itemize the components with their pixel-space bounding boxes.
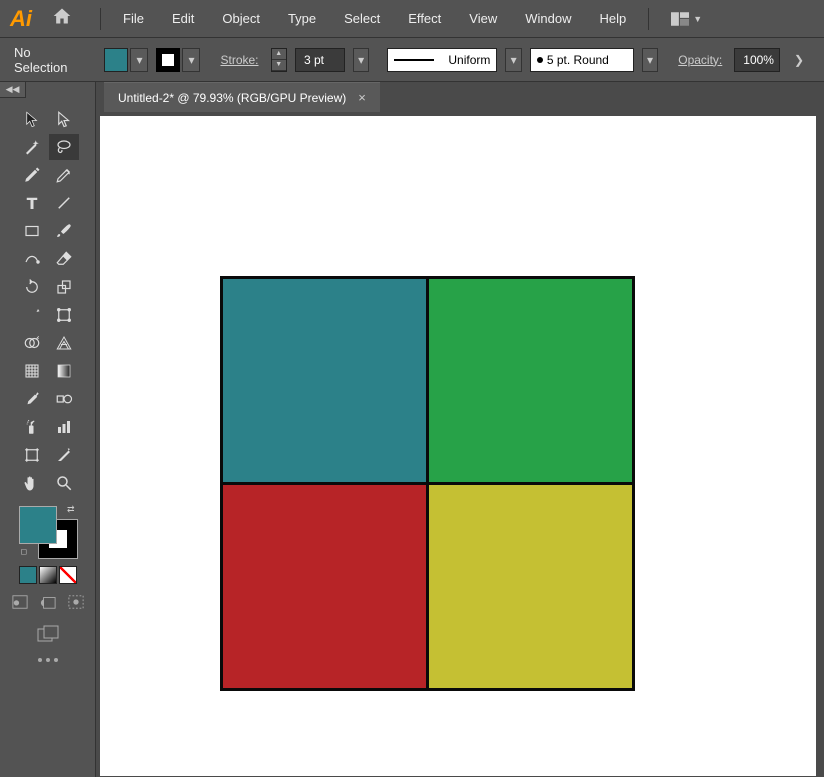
rotate-tool[interactable]: [17, 274, 47, 300]
fill-color-swatch[interactable]: [104, 48, 128, 72]
canvas-area[interactable]: [96, 112, 824, 777]
main-area: ⇄ ◻ Untitled-2* @ 79.93% (RGB/GPU Previe…: [0, 82, 824, 777]
tools-panel: ⇄ ◻: [0, 82, 96, 777]
menu-select[interactable]: Select: [338, 7, 386, 30]
fill-color-box[interactable]: [19, 506, 57, 544]
shape-builder-tool[interactable]: [17, 330, 47, 356]
slice-tool[interactable]: [49, 442, 79, 468]
zoom-tool[interactable]: [49, 470, 79, 496]
selection-tool[interactable]: [17, 106, 47, 132]
square-top-right[interactable]: [426, 276, 635, 485]
menu-bar: Ai File Edit Object Type Select Effect V…: [0, 0, 824, 38]
magic-wand-tool[interactable]: [17, 134, 47, 160]
eraser-tool[interactable]: [49, 246, 79, 272]
stroke-dropdown[interactable]: ▾: [182, 48, 200, 72]
menu-object[interactable]: Object: [216, 7, 266, 30]
stroke-weight-stepper[interactable]: ▲▼: [271, 48, 287, 72]
menu-window[interactable]: Window: [519, 7, 577, 30]
type-tool[interactable]: [17, 190, 47, 216]
square-bottom-left[interactable]: [220, 482, 429, 691]
color-mode-none[interactable]: [59, 566, 77, 584]
app-logo: Ai: [10, 6, 32, 32]
variable-width-profile[interactable]: Uniform: [387, 48, 497, 72]
profile-label: Uniform: [448, 53, 490, 67]
menu-help[interactable]: Help: [593, 7, 632, 30]
stroke-label[interactable]: Stroke:: [220, 53, 258, 67]
document-tab[interactable]: Untitled-2* @ 79.93% (RGB/GPU Preview) ×: [104, 82, 380, 112]
workspace-switcher[interactable]: ▼: [671, 12, 702, 26]
edit-toolbar-icon[interactable]: [38, 658, 58, 662]
paintbrush-tool[interactable]: [49, 218, 79, 244]
menu-edit[interactable]: Edit: [166, 7, 200, 30]
fill-stroke-indicator[interactable]: ⇄ ◻: [19, 506, 77, 558]
panel-collapse-icon[interactable]: ◀◀: [0, 82, 26, 98]
selection-status: No Selection: [14, 45, 80, 75]
hand-tool[interactable]: [17, 470, 47, 496]
fill-dropdown[interactable]: ▾: [130, 48, 148, 72]
eyedropper-tool[interactable]: [17, 386, 47, 412]
profile-line-icon: [394, 59, 434, 61]
shaper-tool[interactable]: [17, 246, 47, 272]
separator: [100, 8, 101, 30]
column-graph-tool[interactable]: [49, 414, 79, 440]
color-mode-solid[interactable]: [19, 566, 37, 584]
menu-type[interactable]: Type: [282, 7, 322, 30]
color-mode-row: [19, 566, 77, 584]
scale-tool[interactable]: [49, 274, 79, 300]
blend-tool[interactable]: [49, 386, 79, 412]
close-icon[interactable]: ×: [358, 90, 366, 105]
rectangle-tool[interactable]: [17, 218, 47, 244]
opacity-input[interactable]: 100%: [734, 48, 780, 72]
brush-dot-icon: [537, 57, 543, 63]
lasso-tool[interactable]: [49, 134, 79, 160]
free-transform-tool[interactable]: [49, 302, 79, 328]
pen-tool[interactable]: [17, 162, 47, 188]
control-bar: No Selection ▾ ▾ Stroke: ▲▼ 3 pt ▾ Unifo…: [0, 38, 824, 82]
draw-inside-icon[interactable]: [65, 592, 87, 612]
artboard-tool[interactable]: [17, 442, 47, 468]
tab-title: Untitled-2* @ 79.93% (RGB/GPU Preview): [118, 91, 346, 105]
artboard[interactable]: [100, 116, 816, 776]
curvature-tool[interactable]: [49, 162, 79, 188]
tab-bar: Untitled-2* @ 79.93% (RGB/GPU Preview) ×: [96, 82, 824, 112]
menu-file[interactable]: File: [117, 7, 150, 30]
draw-mode-row: [9, 592, 87, 612]
stroke-color-swatch[interactable]: [156, 48, 180, 72]
brush-definition[interactable]: 5 pt. Round: [530, 48, 634, 72]
direct-selection-tool[interactable]: [49, 106, 79, 132]
square-bottom-right[interactable]: [426, 482, 635, 691]
stroke-swatch-group[interactable]: ▾: [156, 48, 200, 72]
separator: [648, 8, 649, 30]
four-squares-artwork[interactable]: [220, 276, 638, 694]
square-top-left[interactable]: [220, 276, 429, 485]
menu-effect[interactable]: Effect: [402, 7, 447, 30]
menu-view[interactable]: View: [463, 7, 503, 30]
document-area: Untitled-2* @ 79.93% (RGB/GPU Preview) ×: [96, 82, 824, 777]
profile-dropdown[interactable]: ▾: [505, 48, 521, 72]
swap-fill-stroke-icon[interactable]: ⇄: [67, 504, 75, 515]
perspective-grid-tool[interactable]: [49, 330, 79, 356]
brush-label: 5 pt. Round: [547, 53, 609, 67]
default-fill-stroke-icon[interactable]: ◻: [21, 547, 28, 556]
width-tool[interactable]: [17, 302, 47, 328]
mesh-tool[interactable]: [17, 358, 47, 384]
gradient-tool[interactable]: [49, 358, 79, 384]
control-more-icon[interactable]: ❯: [788, 53, 810, 67]
screen-mode-icon[interactable]: [33, 622, 63, 646]
draw-behind-icon[interactable]: [37, 592, 59, 612]
home-icon[interactable]: [52, 6, 72, 31]
opacity-label[interactable]: Opacity:: [678, 53, 722, 67]
fill-swatch-group[interactable]: ▾: [104, 48, 148, 72]
stroke-weight-input[interactable]: 3 pt: [295, 48, 345, 72]
symbol-sprayer-tool[interactable]: [17, 414, 47, 440]
stroke-weight-dropdown[interactable]: ▾: [353, 48, 369, 72]
draw-normal-icon[interactable]: [9, 592, 31, 612]
line-segment-tool[interactable]: [49, 190, 79, 216]
color-mode-gradient[interactable]: [39, 566, 57, 584]
brush-dropdown[interactable]: ▾: [642, 48, 658, 72]
